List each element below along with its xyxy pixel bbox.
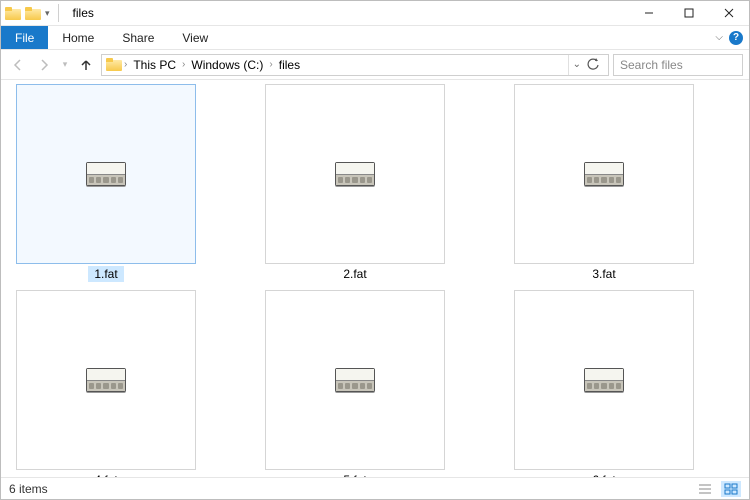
tab-home[interactable]: Home bbox=[48, 26, 108, 49]
forward-button[interactable] bbox=[33, 54, 55, 76]
thumbnails-view-icon bbox=[724, 483, 738, 495]
chevron-right-icon: › bbox=[182, 59, 185, 70]
item-count: 6 items bbox=[9, 482, 48, 496]
help-icon[interactable]: ? bbox=[729, 31, 743, 45]
file-icon bbox=[584, 162, 624, 186]
folder-icon bbox=[106, 58, 122, 71]
file-thumbnail bbox=[265, 290, 445, 470]
minimize-button[interactable] bbox=[629, 1, 669, 25]
search-input[interactable]: Search files bbox=[613, 54, 743, 76]
ribbon-tabs: File Home Share View ⌵ ? bbox=[1, 26, 749, 50]
details-view-icon bbox=[698, 483, 712, 495]
divider bbox=[58, 4, 59, 22]
close-icon bbox=[724, 8, 734, 18]
close-button[interactable] bbox=[709, 1, 749, 25]
status-bar: 6 items bbox=[1, 477, 749, 499]
file-pane[interactable]: 1.fat 2.fat 3.fat 4.fat 5.fat 6.fat bbox=[1, 80, 749, 477]
file-item[interactable]: 1.fat bbox=[9, 84, 203, 282]
up-button[interactable] bbox=[75, 54, 97, 76]
file-icon bbox=[86, 162, 126, 186]
file-icon bbox=[335, 162, 375, 186]
breadcrumb-segment[interactable]: This PC bbox=[129, 58, 180, 72]
file-thumbnail bbox=[514, 290, 694, 470]
back-button[interactable] bbox=[7, 54, 29, 76]
tab-file[interactable]: File bbox=[1, 26, 48, 49]
titlebar: ▾ files bbox=[1, 1, 749, 26]
recent-locations-button[interactable]: ▾ bbox=[59, 54, 71, 76]
breadcrumb-segment[interactable]: Windows (C:) bbox=[187, 58, 267, 72]
refresh-icon[interactable] bbox=[587, 58, 600, 71]
window-title: files bbox=[73, 6, 94, 20]
file-icon bbox=[584, 368, 624, 392]
tab-view[interactable]: View bbox=[168, 26, 222, 49]
file-item[interactable]: 5.fat bbox=[258, 290, 452, 477]
chevron-right-icon: › bbox=[269, 59, 272, 70]
file-label: 3.fat bbox=[586, 266, 621, 282]
file-item[interactable]: 3.fat bbox=[507, 84, 701, 282]
arrow-right-icon bbox=[37, 58, 51, 72]
file-thumbnail bbox=[16, 84, 196, 264]
file-icon bbox=[86, 368, 126, 392]
address-bar-row: ▾ › This PC › Windows (C:) › files ⌄ Sea… bbox=[1, 50, 749, 80]
dropdown-icon[interactable]: ⌄ bbox=[573, 59, 581, 70]
details-view-button[interactable] bbox=[695, 481, 715, 497]
chevron-right-icon: › bbox=[124, 59, 127, 70]
file-icon bbox=[335, 368, 375, 392]
file-item[interactable]: 4.fat bbox=[9, 290, 203, 477]
qat-overflow-icon[interactable]: ▾ bbox=[45, 8, 50, 19]
minimize-icon bbox=[644, 8, 654, 18]
file-thumbnail bbox=[265, 84, 445, 264]
file-label: 2.fat bbox=[337, 266, 372, 282]
breadcrumb-segment[interactable]: files bbox=[275, 58, 304, 72]
ribbon-expand-icon[interactable]: ⌵ bbox=[715, 32, 723, 43]
file-item[interactable]: 2.fat bbox=[258, 84, 452, 282]
arrow-left-icon bbox=[11, 58, 25, 72]
maximize-icon bbox=[684, 8, 694, 18]
file-thumbnail bbox=[514, 84, 694, 264]
file-label: 1.fat bbox=[88, 266, 123, 282]
tab-share[interactable]: Share bbox=[108, 26, 168, 49]
file-thumbnail bbox=[16, 290, 196, 470]
search-placeholder: Search files bbox=[620, 58, 683, 72]
maximize-button[interactable] bbox=[669, 1, 709, 25]
folder-icon bbox=[5, 7, 21, 20]
file-item[interactable]: 6.fat bbox=[507, 290, 701, 477]
arrow-up-icon bbox=[79, 58, 93, 72]
thumbnails-view-button[interactable] bbox=[721, 481, 741, 497]
folder-icon bbox=[25, 7, 41, 20]
address-bar[interactable]: › This PC › Windows (C:) › files ⌄ bbox=[101, 54, 609, 76]
